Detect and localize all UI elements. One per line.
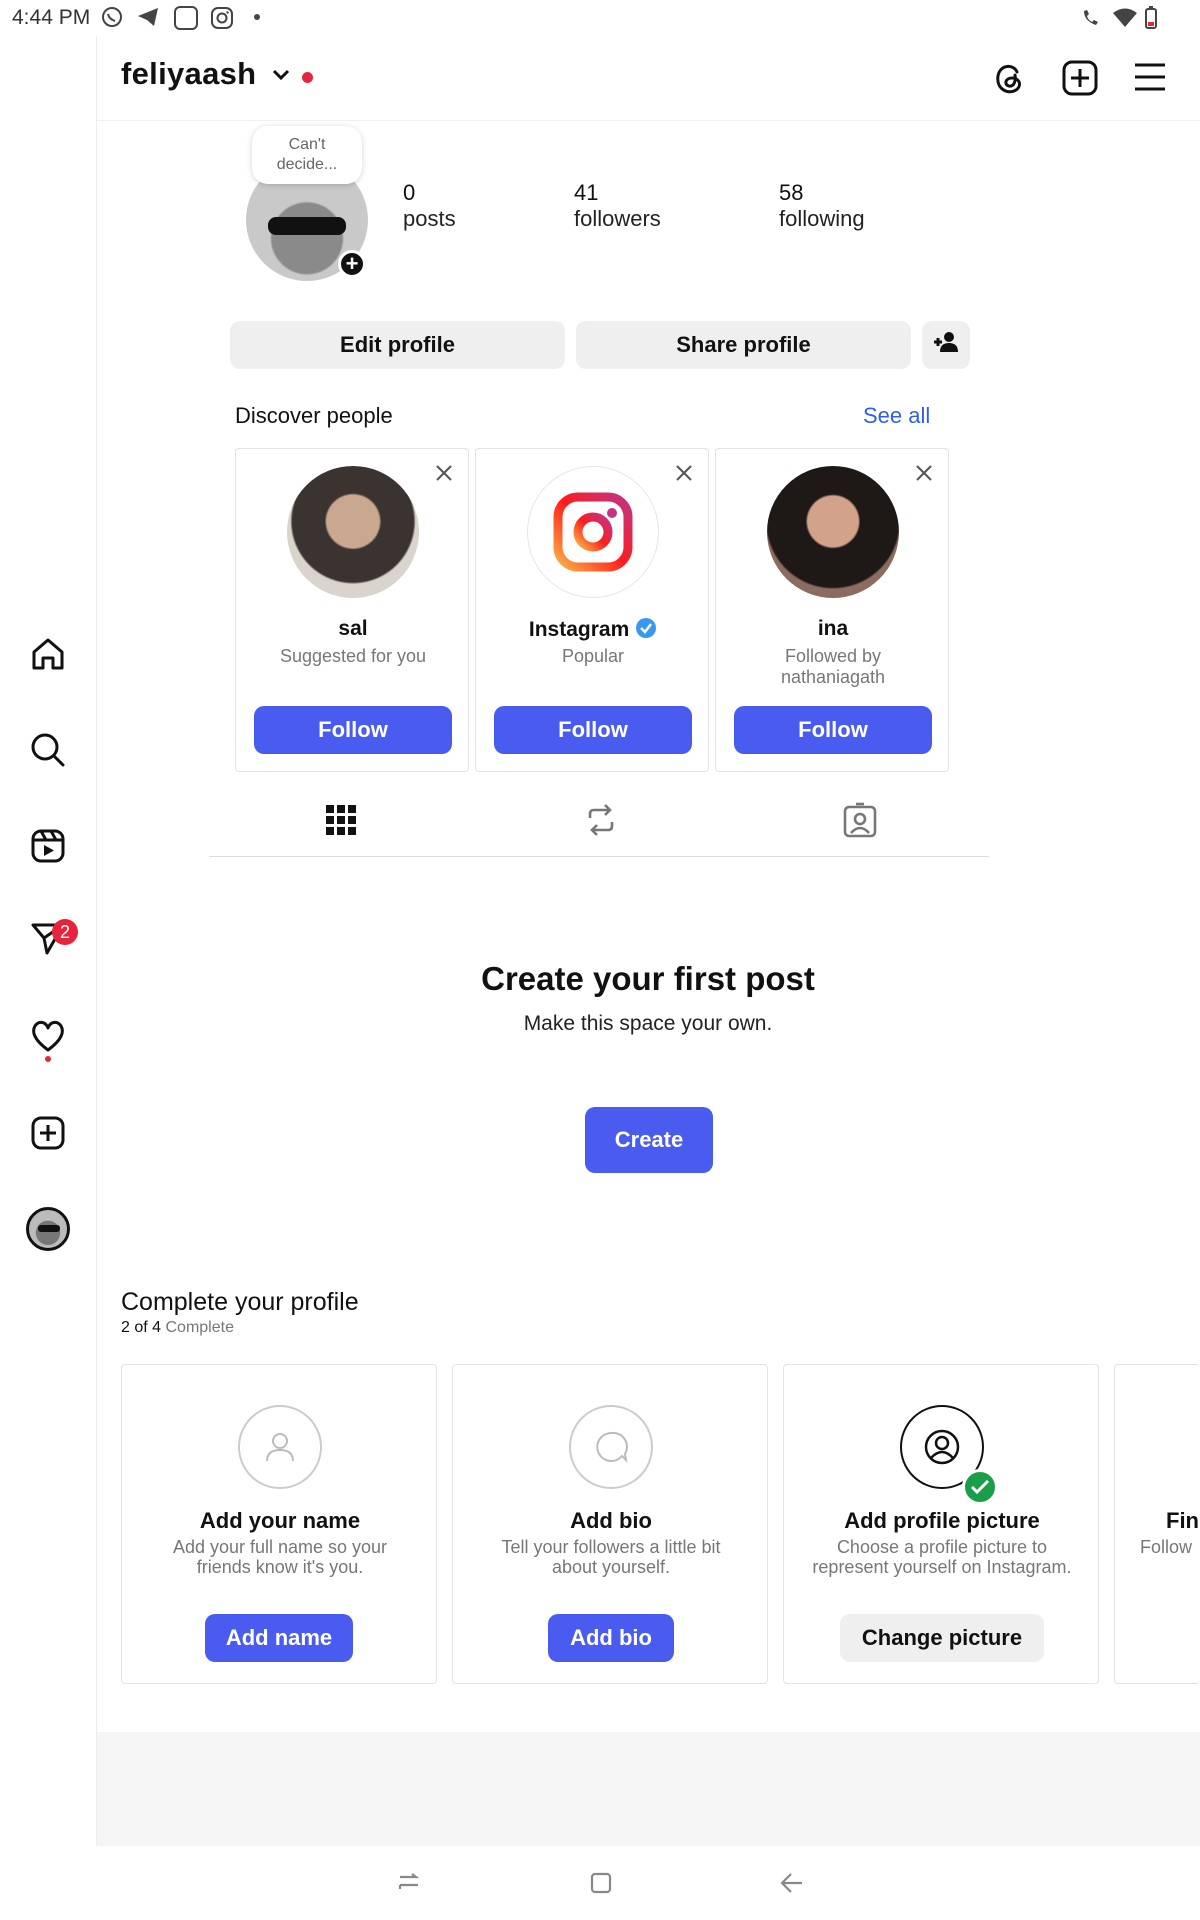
following-label: following: [779, 206, 865, 231]
discover-people-button[interactable]: [922, 321, 970, 369]
menu-icon[interactable]: [1132, 60, 1168, 99]
posts-label: posts: [403, 206, 456, 231]
telegram-icon: [136, 6, 160, 33]
wifi-icon: [1110, 7, 1140, 34]
new-post-icon[interactable]: [1061, 59, 1099, 102]
card-description: Follow: [1140, 1537, 1193, 1557]
bio-bubble-icon: [569, 1405, 653, 1489]
username[interactable]: feliyaash: [121, 56, 256, 92]
follow-button[interactable]: Follow: [494, 706, 692, 754]
note-bubble[interactable]: Can't decide...: [252, 126, 362, 184]
complete-progress: 2 of 4 Complete: [121, 1319, 234, 1337]
close-icon[interactable]: [674, 463, 694, 488]
checkmark-icon: [962, 1469, 998, 1505]
suggestion-avatar[interactable]: [767, 466, 899, 598]
stat-following[interactable]: 58 following: [779, 180, 865, 232]
card-title: Add profile picture: [844, 1508, 1040, 1533]
posts-count: 0: [403, 180, 416, 205]
suggestion-avatar[interactable]: [287, 466, 419, 598]
grid-icon[interactable]: [325, 804, 357, 841]
notifications-dot: [45, 1056, 51, 1062]
complete-card-picture: Add profile picture Choose a profile pic…: [783, 1364, 1099, 1684]
reposts-icon[interactable]: [584, 802, 618, 843]
suggestion-card: sal Suggested for you Follow: [235, 448, 469, 772]
unread-dot: [302, 72, 313, 83]
add-name-button[interactable]: Add name: [205, 1614, 353, 1662]
notifications-heart-icon[interactable]: [26, 1014, 70, 1058]
complete-card-name: Add your name Add your full name so your…: [121, 1364, 437, 1684]
suggestion-card: Instagram Popular Follow: [475, 448, 709, 772]
profile-header: feliyaash: [97, 36, 1200, 121]
whatsapp-icon: [100, 5, 124, 34]
profile-avatar-nav[interactable]: [26, 1207, 70, 1251]
instagram-status-icon: [210, 6, 234, 35]
stat-followers[interactable]: 41 followers: [574, 180, 661, 232]
discover-title: Discover people: [235, 403, 393, 428]
stat-posts: 0 posts: [403, 180, 456, 232]
chevron-down-icon[interactable]: [271, 68, 291, 87]
card-title: Fin: [1166, 1508, 1199, 1533]
user-icon: [238, 1405, 322, 1489]
progress-count: 2 of 4: [121, 1319, 162, 1336]
status-time: 4:44 PM: [12, 6, 91, 29]
status-bar: 4:44 PM: [0, 0, 1200, 36]
follow-button[interactable]: Follow: [734, 706, 932, 754]
followers-count: 41: [574, 180, 599, 205]
suggestion-name[interactable]: sal: [236, 617, 470, 641]
card-description: Tell your followers a little bit about y…: [501, 1537, 721, 1577]
card-title: Add bio: [570, 1508, 652, 1533]
complete-card-bio: Add bio Tell your followers a little bit…: [452, 1364, 768, 1684]
close-icon[interactable]: [434, 463, 454, 488]
battery-icon: [1144, 6, 1158, 35]
bottom-spacer: [97, 1732, 1200, 1846]
home-icon[interactable]: [26, 632, 70, 676]
edit-profile-button[interactable]: Edit profile: [230, 321, 565, 369]
back-arrow-icon[interactable]: [780, 1872, 804, 1899]
search-icon[interactable]: [26, 728, 70, 772]
follow-button[interactable]: Follow: [254, 706, 452, 754]
suggestion-name-row: Instagram: [476, 617, 710, 645]
suggestion-card: ina Followed by nathaniagath Follow: [715, 448, 949, 772]
create-button[interactable]: Create: [585, 1107, 713, 1173]
add-story-badge[interactable]: +: [338, 250, 366, 278]
add-bio-button[interactable]: Add bio: [548, 1614, 674, 1662]
instagram-logo-avatar[interactable]: [527, 466, 659, 598]
share-profile-button[interactable]: Share profile: [576, 321, 911, 369]
suggestion-name[interactable]: ina: [716, 617, 950, 641]
screenshot-app-icon: [174, 6, 198, 30]
followers-label: followers: [574, 206, 661, 231]
complete-card-follow: Fin Follow: [1114, 1364, 1200, 1684]
tagged-icon[interactable]: [843, 802, 877, 843]
add-person-icon: [932, 330, 960, 360]
home-square-icon[interactable]: [590, 1872, 612, 1899]
suggestion-reason: Followed by nathaniagath: [780, 646, 886, 687]
reels-icon[interactable]: [26, 824, 70, 868]
change-picture-button[interactable]: Change picture: [840, 1614, 1044, 1662]
suggestion-name[interactable]: Instagram: [529, 618, 629, 641]
create-plus-icon[interactable]: [26, 1111, 70, 1155]
messages-badge-count: 2: [59, 921, 70, 942]
see-all-link[interactable]: See all: [863, 403, 930, 429]
empty-title: Create your first post: [481, 960, 815, 997]
verified-badge-icon: [635, 617, 657, 645]
close-icon[interactable]: [914, 463, 934, 488]
wifi-call-icon: [1080, 8, 1100, 33]
card-title: Add your name: [199, 1508, 361, 1533]
card-description: Choose a profile picture to represent yo…: [812, 1537, 1072, 1577]
more-notifications-dot: [254, 14, 260, 20]
suggestion-reason: Popular: [561, 646, 625, 666]
following-count: 58: [779, 180, 804, 205]
threads-icon[interactable]: [990, 59, 1028, 102]
messages-badge: 2: [52, 919, 78, 945]
note-text: Can't decide...: [276, 136, 338, 173]
progress-suffix: Complete: [165, 1319, 234, 1336]
card-description: Add your full name so your friends know …: [172, 1537, 388, 1577]
complete-profile-title: Complete your profile: [121, 1288, 359, 1316]
recent-apps-icon[interactable]: [398, 1873, 420, 1896]
suggestion-reason: Suggested for you: [279, 646, 427, 666]
empty-subtitle: Make this space your own.: [523, 1012, 773, 1035]
